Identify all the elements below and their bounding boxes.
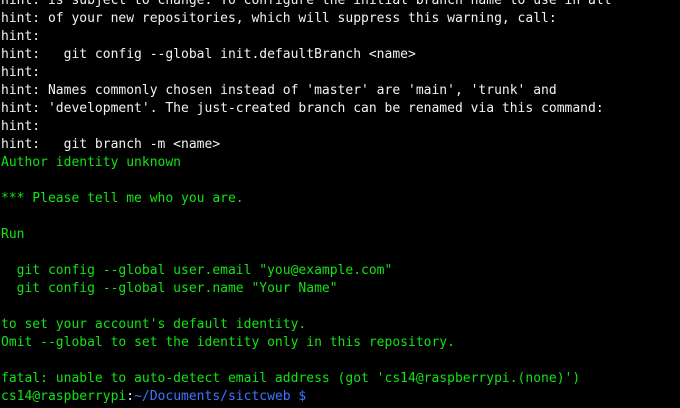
hint-line: hint: is subject to change. To configure… — [1, 0, 612, 8]
hint-line: hint: git config --global init.defaultBr… — [1, 47, 416, 62]
hint-line: hint: git branch -m <name> — [1, 137, 221, 152]
prompt-path: ~/Documents/sictcweb — [134, 389, 291, 404]
hint-line: hint: 'development'. The just-created br… — [1, 101, 604, 116]
hint-line: hint: — [1, 119, 41, 134]
shell-prompt[interactable]: cs14@raspberrypi:~/Documents/sictcweb $ — [1, 388, 680, 406]
fatal-error-line: fatal: unable to auto-detect email addre… — [1, 371, 581, 386]
error-output-line: Run — [1, 227, 25, 242]
hint-line: hint: — [1, 29, 41, 44]
hint-line: hint: — [1, 65, 41, 80]
prompt-separator: : — [126, 389, 135, 404]
command-example-line: git config --global user.name "Your Name… — [1, 281, 338, 296]
hint-line: hint: of your new repositories, which wi… — [1, 11, 557, 26]
command-example-line: git config --global user.email "you@exam… — [1, 263, 393, 278]
hint-line: hint: Names commonly chosen instead of '… — [1, 83, 557, 98]
error-output-line: Omit --global to set the identity only i… — [1, 335, 455, 350]
prompt-user-host: cs14@raspberrypi — [1, 389, 127, 404]
terminal-output: hint: is subject to change. To configure… — [1, 0, 680, 406]
prompt-dollar-sign: $ — [290, 389, 307, 404]
error-output-line: to set your account's default identity. — [1, 317, 307, 332]
error-output-line: *** Please tell me who you are. — [1, 191, 244, 206]
terminal-window[interactable]: hint: is subject to change. To configure… — [0, 0, 680, 408]
error-output-line: Author identity unknown — [1, 155, 182, 170]
